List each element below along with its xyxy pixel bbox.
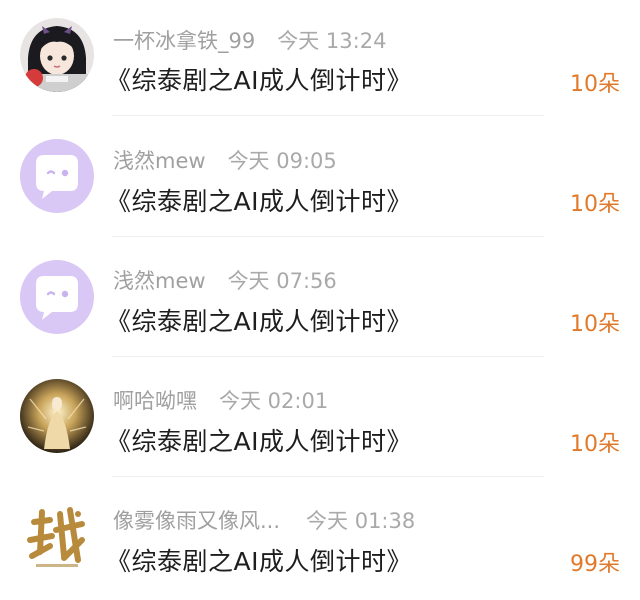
avatar[interactable]	[20, 500, 94, 574]
timestamp: 今天 01:38	[306, 509, 416, 533]
gift-count: 10朵	[570, 192, 620, 217]
item-meta: 啊哈呦嘿 今天 02:01	[113, 385, 328, 415]
timestamp: 今天 07:56	[227, 269, 337, 293]
gift-count: 10朵	[570, 432, 620, 457]
work-title[interactable]: 《综泰剧之AI成人倒计时》	[106, 302, 412, 338]
divider	[112, 115, 544, 116]
timestamp: 今天 02:01	[219, 389, 329, 413]
avatar[interactable]	[20, 260, 94, 334]
default-chat-avatar-icon	[20, 260, 94, 334]
item-meta: 像雾像雨又像风... 今天 01:38	[113, 505, 415, 535]
list-item[interactable]: 啊哈呦嘿 今天 02:01 《综泰剧之AI成人倒计时》 10朵	[0, 360, 640, 480]
work-title[interactable]: 《综泰剧之AI成人倒计时》	[106, 182, 412, 218]
divider	[112, 236, 544, 237]
user-name[interactable]: 像雾像雨又像风...	[113, 509, 280, 533]
list-item[interactable]: 一杯冰拿铁_99 今天 13:24 《综泰剧之AI成人倒计时》 10朵	[0, 0, 640, 120]
gift-count: 10朵	[570, 72, 620, 97]
item-meta: 浅然mew 今天 09:05	[113, 145, 337, 175]
divider	[112, 356, 544, 357]
user-name[interactable]: 啊哈呦嘿	[113, 389, 197, 413]
item-meta: 浅然mew 今天 07:56	[113, 265, 337, 295]
user-name[interactable]: 一杯冰拿铁_99	[113, 29, 255, 53]
gift-count: 99朵	[570, 552, 620, 577]
zhan-calligraphy-avatar-icon	[20, 500, 94, 574]
list-item[interactable]: 浅然mew 今天 07:56 《综泰剧之AI成人倒计时》 10朵	[0, 240, 640, 360]
avatar[interactable]	[20, 379, 94, 453]
item-meta: 一杯冰拿铁_99 今天 13:24	[113, 25, 386, 55]
divider	[112, 476, 544, 477]
work-title[interactable]: 《综泰剧之AI成人倒计时》	[106, 542, 412, 578]
gift-count: 10朵	[570, 312, 620, 337]
timestamp: 今天 13:24	[277, 29, 387, 53]
avatar[interactable]	[20, 18, 94, 92]
golden-figure-avatar-icon	[20, 379, 94, 453]
user-name[interactable]: 浅然mew	[113, 149, 206, 173]
gift-record-list: 一杯冰拿铁_99 今天 13:24 《综泰剧之AI成人倒计时》 10朵 浅然mew…	[0, 0, 640, 591]
list-item[interactable]: 浅然mew 今天 09:05 《综泰剧之AI成人倒计时》 10朵	[0, 120, 640, 240]
list-item[interactable]: 像雾像雨又像风... 今天 01:38 《综泰剧之AI成人倒计时》 99朵	[0, 480, 640, 600]
work-title[interactable]: 《综泰剧之AI成人倒计时》	[106, 61, 412, 97]
work-title[interactable]: 《综泰剧之AI成人倒计时》	[106, 422, 412, 458]
timestamp: 今天 09:05	[227, 149, 337, 173]
default-chat-avatar-icon	[20, 139, 94, 213]
user-name[interactable]: 浅然mew	[113, 269, 206, 293]
anime-girl-avatar-icon	[20, 18, 94, 92]
avatar[interactable]	[20, 139, 94, 213]
